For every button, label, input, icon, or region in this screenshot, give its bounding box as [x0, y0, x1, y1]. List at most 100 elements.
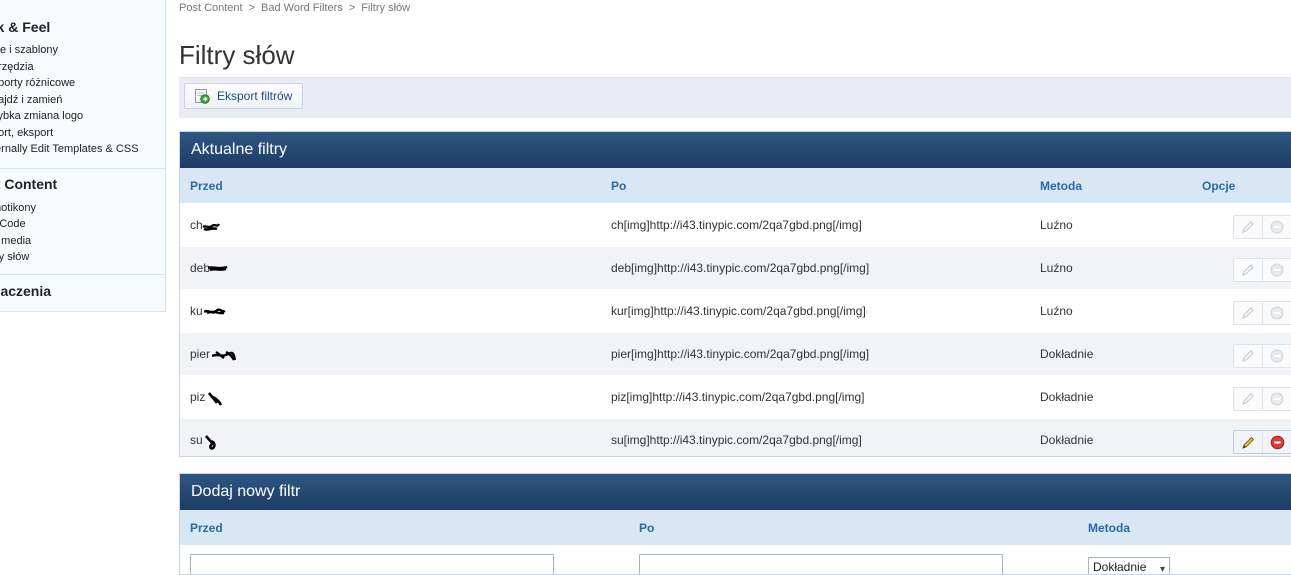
- sidebar-section-title[interactable]: maczenia: [0, 283, 51, 299]
- delete-button[interactable]: [1263, 216, 1291, 238]
- pencil-icon: [1242, 350, 1254, 362]
- column-header-method: Metoda: [1040, 179, 1082, 193]
- column-header-before: Przed: [190, 179, 223, 193]
- filter-after: ch[img]http://i43.tinypic.com/2qa7gbd.pn…: [611, 218, 862, 232]
- toolbar: Eksport filtrów: [179, 77, 1291, 118]
- page-title: Filtry słów: [179, 40, 295, 70]
- sidebar-item[interactable]: BCode: [0, 218, 26, 230]
- sidebar-item[interactable]: arzędzia: [0, 61, 34, 73]
- edit-button[interactable]: [1234, 302, 1263, 324]
- table-row: piz piz[img]http://i43.tinypic.com/2qa7g…: [180, 375, 1291, 418]
- current-filters-panel: Aktualne filtry Przed Po Metoda Opcje ch…: [179, 131, 1291, 457]
- delete-button[interactable]: [1263, 345, 1291, 367]
- filter-after: pier[img]http://i43.tinypic.com/2qa7gbd.…: [611, 347, 870, 361]
- delete-button[interactable]: [1263, 388, 1291, 410]
- sidebar-item[interactable]: ternally Edit Templates & CSS: [0, 143, 139, 155]
- before-input[interactable]: [190, 554, 554, 574]
- export-filters-button[interactable]: Eksport filtrów: [184, 83, 304, 109]
- sidebar-item[interactable]: g media: [0, 235, 31, 247]
- filter-method: Dokładnie: [1040, 433, 1094, 447]
- minus-circle-icon: [1270, 435, 1284, 449]
- table-row: pier pier[img]http://i43.tinypic.com/2qa…: [180, 332, 1291, 375]
- redaction-scribble: [205, 435, 216, 450]
- sidebar-item[interactable]: najdź i zamień: [0, 94, 62, 106]
- sidebar-item-filtry-slow[interactable]: try słów: [0, 251, 29, 263]
- method-select[interactable]: Dokładnie ▾: [1088, 557, 1170, 575]
- pencil-icon: [1242, 393, 1254, 405]
- minus-circle-icon: [1270, 392, 1284, 406]
- table-header: Przed Po Metoda Opcje: [180, 168, 1291, 203]
- export-icon: [195, 89, 210, 104]
- sidebar-section-look-feel: ok & Feel yle i szablony arzędzia aporty…: [0, 0, 165, 168]
- filter-method: Luźno: [1040, 261, 1073, 275]
- edit-button[interactable]: [1234, 431, 1263, 453]
- breadcrumb-link[interactable]: Post Content: [179, 2, 243, 14]
- sidebar-item[interactable]: port, eksport: [0, 127, 53, 139]
- row-options: [1233, 344, 1291, 368]
- breadcrumb-separator: >: [248, 2, 256, 14]
- filter-before: piz: [190, 390, 206, 404]
- sidebar-section-title[interactable]: ok & Feel: [0, 19, 50, 35]
- minus-circle-icon: [1270, 263, 1284, 277]
- table-row: deb deb[img]http://i43.tinypic.com/2qa7g…: [180, 246, 1291, 289]
- new-filter-panel: Dodaj nowy filtr Przed Po Metoda Dokładn…: [179, 473, 1291, 575]
- delete-button[interactable]: [1263, 431, 1291, 453]
- row-options: [1233, 430, 1291, 454]
- filter-method: Dokładnie: [1040, 390, 1094, 404]
- pencil-icon: [1242, 264, 1254, 276]
- filter-before: ku: [190, 304, 203, 318]
- new-filter-form: Dokładnie ▾: [180, 510, 1291, 574]
- breadcrumb-separator: >: [348, 2, 356, 14]
- breadcrumb-link[interactable]: Bad Word Filters: [261, 2, 343, 14]
- minus-circle-icon: [1270, 349, 1284, 363]
- table-row: ku kur[img]http://i43.tinypic.com/2qa7gb…: [180, 289, 1291, 332]
- redaction-scribble: [207, 392, 223, 406]
- redaction-scribble: [202, 223, 220, 231]
- edit-button[interactable]: [1234, 216, 1263, 238]
- pencil-icon: [1242, 307, 1254, 319]
- sidebar-section-translations: maczenia: [0, 274, 165, 311]
- row-options: [1233, 215, 1291, 239]
- sidebar-item[interactable]: zybka zmiana logo: [0, 110, 83, 122]
- filter-method: Luźno: [1040, 304, 1073, 318]
- column-header-after: Po: [611, 179, 627, 193]
- filter-method: Luźno: [1040, 218, 1073, 232]
- after-input[interactable]: [639, 554, 1003, 574]
- delete-button[interactable]: [1263, 259, 1291, 281]
- export-button-label: Eksport filtrów: [217, 89, 293, 103]
- pencil-icon: [1241, 436, 1254, 449]
- sidebar: ok & Feel yle i szablony arzędzia aporty…: [0, 0, 166, 312]
- method-select-value: Dokładnie: [1093, 560, 1147, 574]
- filter-before: su: [190, 433, 203, 447]
- breadcrumb-link[interactable]: Filtry słów: [361, 2, 410, 14]
- pencil-icon: [1242, 221, 1254, 233]
- redaction-scribble: [212, 350, 236, 361]
- row-options: [1233, 258, 1291, 282]
- sidebar-section-post-content: st Content motikony BCode g media try sł…: [0, 168, 165, 275]
- column-header-options: Opcje: [1202, 179, 1236, 193]
- breadcrumb: Post Content > Bad Word Filters > Filtry słó…: [179, 2, 410, 14]
- redaction-scribble: [204, 308, 226, 315]
- filter-before: pier: [190, 347, 211, 361]
- filter-method: Dokładnie: [1040, 347, 1094, 361]
- panel-title: Dodaj nowy filtr: [180, 474, 1291, 510]
- row-options: [1233, 301, 1291, 325]
- minus-circle-icon: [1270, 306, 1284, 320]
- minus-circle-icon: [1270, 220, 1284, 234]
- table-row: ch ch[img]http://i43.tinypic.com/2qa7gbd…: [180, 203, 1291, 246]
- edit-button[interactable]: [1234, 345, 1263, 367]
- chevron-down-icon: ▾: [1159, 564, 1165, 575]
- sidebar-item[interactable]: motikony: [0, 202, 36, 214]
- filter-after: piz[img]http://i43.tinypic.com/2qa7gbd.p…: [611, 390, 865, 404]
- panel-title: Aktualne filtry: [180, 132, 1291, 168]
- sidebar-section-title[interactable]: st Content: [0, 176, 57, 192]
- sidebar-item[interactable]: yle i szablony: [0, 44, 58, 56]
- filter-after: kur[img]http://i43.tinypic.com/2qa7gbd.p…: [611, 304, 866, 318]
- sidebar-item[interactable]: aporty różnicowe: [0, 77, 75, 89]
- redaction-scribble: [208, 265, 228, 272]
- edit-button[interactable]: [1234, 259, 1263, 281]
- delete-button[interactable]: [1263, 302, 1291, 324]
- row-options: [1233, 387, 1291, 411]
- filter-after: su[img]http://i43.tinypic.com/2qa7gbd.pn…: [611, 433, 862, 447]
- edit-button[interactable]: [1234, 388, 1263, 410]
